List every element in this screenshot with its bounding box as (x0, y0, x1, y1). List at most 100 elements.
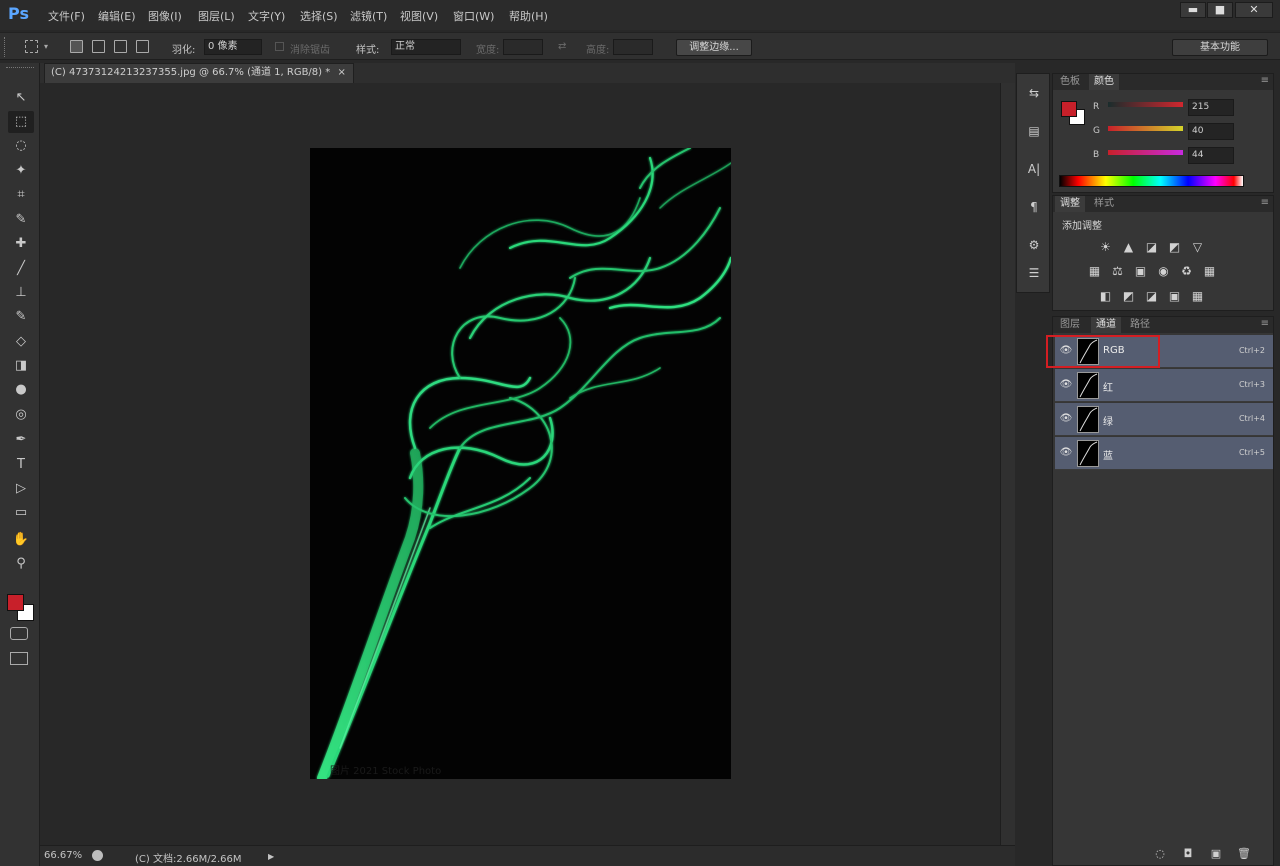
history-brush-tool-icon[interactable]: ✎ (8, 306, 34, 328)
eyedropper-tool-icon[interactable]: ✎ (8, 209, 34, 231)
paragraph-icon[interactable]: ¶ (1025, 198, 1043, 216)
path-selection-tool-icon[interactable]: ▷ (8, 478, 34, 500)
grip-handle[interactable] (4, 37, 7, 57)
tool-presets-icon[interactable]: ☰ (1025, 264, 1043, 282)
brush-tool-icon[interactable]: ╱ (8, 258, 34, 280)
workspace-select[interactable]: 基本功能 (1172, 39, 1268, 56)
canvas-area[interactable]: 图片 2021 Stock Photo (40, 83, 1000, 845)
tab-paths[interactable]: 路径 (1125, 317, 1155, 333)
panel-menu-icon[interactable]: ≡ (1261, 75, 1269, 86)
menu-select[interactable]: 选择(S) (300, 8, 338, 24)
menu-window[interactable]: 窗口(W) (453, 8, 494, 24)
levels-icon[interactable]: ▲ (1120, 239, 1137, 256)
swap-icon[interactable]: ⇄ (558, 41, 566, 52)
brush-presets-icon[interactable]: ⚙ (1025, 236, 1043, 254)
style-select[interactable]: 正常 (391, 39, 461, 55)
status-info-icon[interactable] (92, 850, 103, 861)
character-icon[interactable]: A| (1025, 160, 1043, 178)
chevron-down-icon[interactable]: ▾ (44, 42, 48, 51)
eraser-tool-icon[interactable]: ◇ (8, 331, 34, 353)
tab-layers[interactable]: 图层 (1055, 317, 1085, 333)
slider-r[interactable] (1108, 102, 1183, 107)
exposure-icon[interactable]: ◩ (1166, 239, 1183, 256)
pen-tool-icon[interactable]: ✒ (8, 429, 34, 451)
eye-icon[interactable]: 👁 (1059, 446, 1073, 460)
posterize-icon[interactable]: ◩ (1120, 288, 1137, 305)
panel-menu-icon[interactable]: ≡ (1261, 318, 1269, 329)
hue-saturation-icon[interactable]: ▦ (1086, 263, 1103, 280)
menu-view[interactable]: 视图(V) (400, 8, 438, 24)
menu-help[interactable]: 帮助(H) (509, 8, 548, 24)
type-tool-icon[interactable]: T (8, 454, 34, 476)
hand-tool-icon[interactable]: ✋ (8, 529, 34, 551)
tab-color[interactable]: 颜色 (1089, 74, 1119, 90)
clone-stamp-tool-icon[interactable]: ⊥ (8, 282, 34, 304)
menu-type[interactable]: 文字(Y) (248, 8, 285, 24)
gradient-map-icon[interactable]: ▣ (1166, 288, 1183, 305)
threshold-icon[interactable]: ◪ (1143, 288, 1160, 305)
marquee-preset-icon[interactable] (25, 40, 38, 53)
zoom-tool-icon[interactable]: ⚲ (8, 553, 34, 575)
vertical-scrollbar[interactable] (1000, 83, 1015, 845)
dodge-tool-icon[interactable]: ◎ (8, 404, 34, 426)
tab-styles[interactable]: 样式 (1089, 196, 1119, 212)
photo-filter-icon[interactable]: ◉ (1155, 263, 1172, 280)
actions-icon[interactable]: ▤ (1025, 122, 1043, 140)
channel-mixer-icon[interactable]: ♻ (1178, 263, 1195, 280)
width-input[interactable] (503, 39, 543, 55)
color-spectrum[interactable] (1059, 175, 1244, 187)
add-selection-icon[interactable] (92, 40, 105, 53)
slider-b[interactable] (1108, 150, 1183, 155)
slider-g[interactable] (1108, 126, 1183, 131)
magic-wand-tool-icon[interactable]: ✦ (8, 160, 34, 182)
refine-edge-button[interactable]: 调整边缘... (676, 39, 752, 56)
lasso-tool-icon[interactable]: ◌ (8, 135, 34, 157)
close-window-button[interactable]: ✕ (1235, 2, 1273, 18)
rectangle-tool-icon[interactable]: ▭ (8, 502, 34, 524)
channel-row-green[interactable]: 👁 绿 Ctrl+4 (1055, 403, 1273, 436)
channel-row-blue[interactable]: 👁 蓝 Ctrl+5 (1055, 437, 1273, 470)
menu-edit[interactable]: 编辑(E) (98, 8, 136, 24)
marquee-tool-icon[interactable]: ⬚ (8, 111, 34, 133)
zoom-level[interactable]: 66.67% (44, 850, 82, 861)
curves-icon[interactable]: ◪ (1143, 239, 1160, 256)
vibrance-icon[interactable]: ▽ (1189, 239, 1206, 256)
gradient-tool-icon[interactable]: ◨ (8, 355, 34, 377)
foreground-color-swatch[interactable] (7, 594, 24, 611)
subtract-selection-icon[interactable] (114, 40, 127, 53)
tab-channels[interactable]: 通道 (1091, 317, 1121, 333)
brightness-icon[interactable]: ☀ (1097, 239, 1114, 256)
quick-mask-icon[interactable] (10, 627, 28, 640)
selective-color-icon[interactable]: ▦ (1189, 288, 1206, 305)
value-b[interactable]: 44 (1188, 147, 1234, 164)
foreground-color-swatch[interactable] (1061, 101, 1077, 117)
load-selection-icon[interactable]: ◌ (1153, 847, 1167, 861)
menu-layer[interactable]: 图层(L) (198, 8, 235, 24)
document-canvas[interactable]: 图片 2021 Stock Photo (310, 148, 731, 779)
move-tool-icon[interactable]: ↖ (8, 87, 34, 109)
value-r[interactable]: 215 (1188, 99, 1234, 116)
antialias-checkbox[interactable] (275, 42, 284, 51)
channel-row-red[interactable]: 👁 红 Ctrl+3 (1055, 369, 1273, 402)
crop-tool-icon[interactable]: ⌗ (8, 184, 34, 206)
toolbox-grip[interactable] (6, 67, 34, 69)
minimize-button[interactable]: ▬ (1180, 2, 1206, 18)
menu-file[interactable]: 文件(F) (48, 8, 85, 24)
menu-filter[interactable]: 滤镜(T) (350, 8, 387, 24)
maximize-button[interactable]: ■ (1207, 2, 1233, 18)
tab-adjustments[interactable]: 调整 (1055, 196, 1085, 212)
menu-image[interactable]: 图像(I) (148, 8, 182, 24)
play-arrow-icon[interactable]: ▶ (268, 852, 274, 861)
eye-icon[interactable]: 👁 (1059, 378, 1073, 392)
delete-channel-icon[interactable]: 🗑 (1237, 847, 1251, 861)
color-balance-icon[interactable]: ⚖ (1109, 263, 1126, 280)
eye-icon[interactable]: 👁 (1059, 412, 1073, 426)
invert-icon[interactable]: ◧ (1097, 288, 1114, 305)
intersect-selection-icon[interactable] (136, 40, 149, 53)
healing-brush-tool-icon[interactable]: ✚ (8, 233, 34, 255)
feather-input[interactable]: 0 像素 (204, 39, 262, 55)
tab-swatches[interactable]: 色板 (1055, 74, 1085, 90)
new-channel-icon[interactable]: ▣ (1209, 847, 1223, 861)
screen-mode-icon[interactable] (10, 652, 28, 665)
history-icon[interactable]: ⇆ (1025, 84, 1043, 102)
